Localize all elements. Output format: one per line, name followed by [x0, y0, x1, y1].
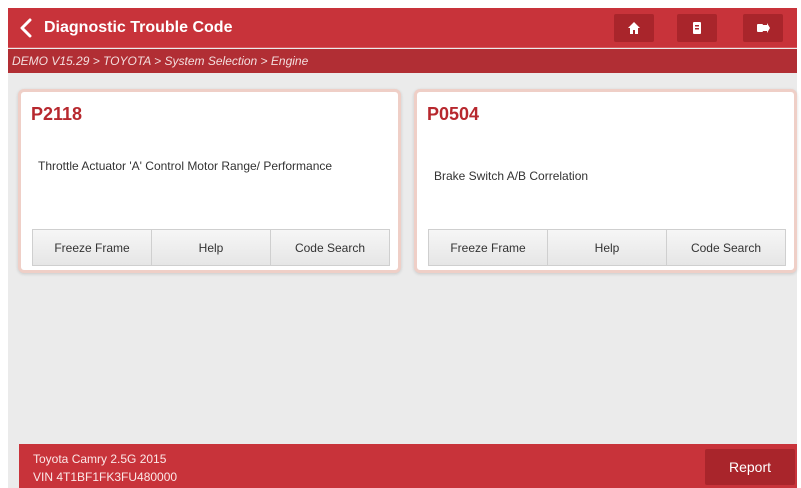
- dtc-card: P2118 Throttle Actuator 'A' Control Moto…: [18, 89, 401, 273]
- home-button[interactable]: [614, 14, 654, 42]
- help-button[interactable]: Help: [151, 229, 271, 266]
- app-window: Diagnostic Trouble Code DEMO V15.29 > TO…: [8, 8, 797, 488]
- dtc-actions: Freeze Frame Help Code Search: [32, 229, 390, 266]
- print-button[interactable]: [677, 14, 717, 42]
- dtc-code: P0504: [427, 104, 480, 124]
- help-button[interactable]: Help: [547, 229, 667, 266]
- report-button[interactable]: Report: [705, 449, 795, 485]
- dtc-actions: Freeze Frame Help Code Search: [428, 229, 786, 266]
- vehicle-name: Toyota Camry 2.5G 2015: [33, 452, 167, 466]
- dtc-card: P0504 Brake Switch A/B Correlation Freez…: [414, 89, 797, 273]
- exit-icon: [757, 23, 770, 33]
- chevron-left-icon: [20, 18, 32, 38]
- print-icon: [693, 22, 701, 34]
- dtc-description: Throttle Actuator 'A' Control Motor Rang…: [38, 159, 333, 173]
- breadcrumb: DEMO V15.29 > TOYOTA > System Selection …: [8, 49, 797, 73]
- back-button[interactable]: [8, 8, 44, 48]
- code-search-button[interactable]: Code Search: [666, 229, 786, 266]
- exit-button[interactable]: [743, 14, 783, 42]
- title-bar: Diagnostic Trouble Code: [8, 8, 797, 48]
- dtc-code: P2118: [31, 104, 83, 124]
- page-title: Diagnostic Trouble Code: [44, 19, 233, 36]
- freeze-frame-button[interactable]: Freeze Frame: [428, 229, 548, 266]
- dtc-description: Brake Switch A/B Correlation: [434, 169, 589, 183]
- freeze-frame-button[interactable]: Freeze Frame: [32, 229, 152, 266]
- vehicle-vin: VIN 4T1BF1FK3FU480000: [33, 470, 178, 484]
- code-search-button[interactable]: Code Search: [270, 229, 390, 266]
- home-icon: [628, 22, 640, 34]
- vehicle-info-bar: Toyota Camry 2.5G 2015 VIN 4T1BF1FK3FU48…: [19, 444, 797, 488]
